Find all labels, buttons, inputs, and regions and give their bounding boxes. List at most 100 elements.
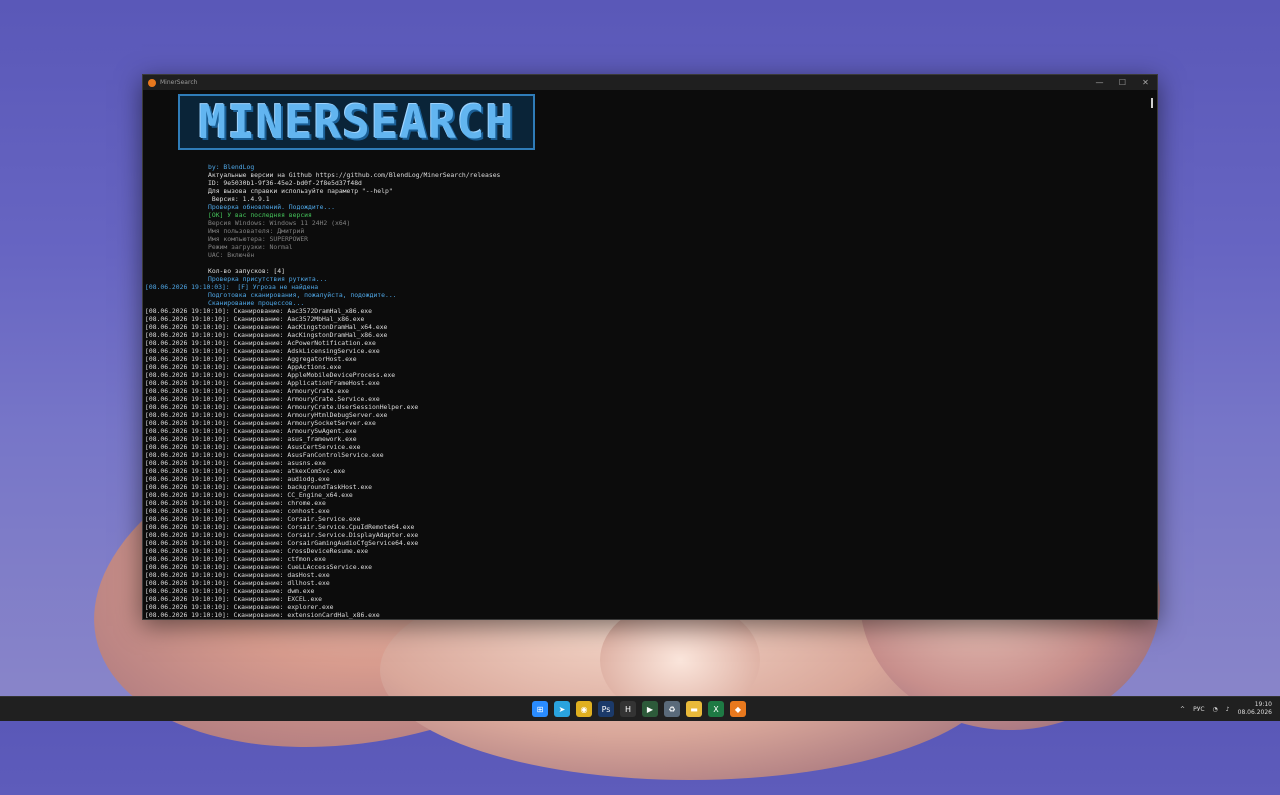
tray-chevron-icon[interactable]: ^ [1180, 706, 1185, 713]
console-line: Кол-во запусков: [4] [208, 267, 285, 275]
scan-process-name: conhost.exe [287, 507, 330, 515]
scan-prefix: [08.06.2026 19:10:10]: Сканирование: [145, 611, 288, 619]
scan-process-name: ArmouryCrate.Service.exe [287, 395, 380, 403]
scan-prefix: [08.06.2026 19:10:10]: Сканирование: [145, 315, 288, 323]
clock[interactable]: 19:10 08.06.2026 [1238, 701, 1272, 717]
windows-start-icon[interactable]: ⊞ [532, 701, 548, 717]
taskbar-apps: ⊞ ➤ ◉ Ps H ▶ ♻ ▬ X ◆ [532, 701, 746, 717]
scan-prefix: [08.06.2026 19:10:10]: Сканирование: [145, 331, 288, 339]
chrome-icon[interactable]: ◉ [576, 701, 592, 717]
console-line: Режим загрузки: Normal [208, 243, 293, 251]
scan-process-name: dllhost.exe [287, 579, 330, 587]
scan-line: [08.06.2026 19:10:10]: Сканирование: Aac… [145, 315, 500, 323]
scan-process-name: Corsair.Service.exe [287, 515, 361, 523]
scan-process-name: backgroundTaskHost.exe [287, 483, 373, 491]
scan-prefix: [08.06.2026 19:10:10]: Сканирование: [145, 339, 288, 347]
scan-process-name: Aac3572DramHal_x86.exe [287, 307, 373, 315]
terminal-icon[interactable]: ▶ [642, 701, 658, 717]
scan-line: [08.06.2026 19:10:10]: Сканирование: asu… [145, 459, 500, 467]
scan-line: [08.06.2026 19:10:10]: Сканирование: Cor… [145, 523, 500, 531]
scan-line: [08.06.2026 19:10:10]: Сканирование: Cue… [145, 563, 500, 571]
scan-line: [08.06.2026 19:10:10]: Сканирование: Arm… [145, 411, 500, 419]
hwinfo-icon[interactable]: H [620, 701, 636, 717]
clock-date: 08.06.2026 [1237, 709, 1272, 716]
console-line: Проверка обновлений. Подождите... [208, 203, 335, 211]
scan-prefix: [08.06.2026 19:10:10]: Сканирование: [145, 443, 288, 451]
scan-line: [08.06.2026 19:10:10]: Сканирование: chr… [145, 499, 500, 507]
scan-prefix: [08.06.2026 19:10:10]: Сканирование: [145, 563, 288, 571]
console-line: Имя компьютера: SUPERPOWER [208, 235, 309, 243]
ascii-logo: MINERSEARCH [178, 94, 535, 150]
title-bar[interactable]: MinerSearch — ☐ ✕ [143, 75, 1157, 90]
minersearch-icon[interactable]: ◆ [730, 701, 746, 717]
console-output[interactable]: MINERSEARCH by: BlendLog Актуальные верси… [145, 90, 1147, 619]
console-line: by: BlendLog [208, 163, 255, 171]
scan-prefix: [08.06.2026 19:10:10]: Сканирование: [145, 491, 288, 499]
scan-line: [08.06.2026 19:10:10]: Сканирование: atk… [145, 467, 500, 475]
scan-process-name: Aac3572MbHal_x86.exe [287, 315, 365, 323]
scan-prefix: [08.06.2026 19:10:10]: Сканирование: [145, 587, 288, 595]
scan-process-name: AcPowerNotification.exe [287, 339, 376, 347]
scan-process-name: CC_Engine_x64.exe [287, 491, 353, 499]
scan-line: [08.06.2026 19:10:10]: Сканирование: CC_… [145, 491, 500, 499]
console-line: Версия: 1.4.9.1 [208, 195, 270, 203]
scan-process-name: explorer.exe [287, 603, 334, 611]
minimize-button[interactable]: — [1088, 75, 1111, 90]
console-line: Сканирование процессов... [208, 299, 305, 307]
network-icon[interactable]: ◔ [1213, 706, 1218, 713]
scan-process-name: ApplicationFrameHost.exe [287, 379, 380, 387]
scan-process-name: Corsair.Service.DisplayAdapter.exe [287, 531, 419, 539]
scan-process-name: dasHost.exe [287, 571, 330, 579]
scan-prefix: [08.06.2026 19:10:10]: Сканирование: [145, 387, 288, 395]
scan-process-name: ArmouryHtmlDebugServer.exe [287, 411, 388, 419]
console-line: Проверка присутствия руткита... [208, 275, 328, 283]
console-line: [08.06.2026 19:10:03]: [F] Угроза не най… [145, 283, 319, 291]
maximize-button[interactable]: ☐ [1111, 75, 1134, 90]
scan-process-name: EXCEL.exe [287, 595, 322, 603]
console-line: ID: 9e5030b1-9f36-45e2-bd0f-2f8e5d37f48d [208, 179, 362, 187]
volume-icon[interactable]: ♪ [1226, 706, 1230, 713]
scrollbar-thumb[interactable] [1151, 98, 1153, 108]
folder-icon[interactable]: ▬ [686, 701, 702, 717]
scan-process-name: AppleMobileDeviceProcess.exe [287, 371, 396, 379]
scan-process-name: CorsairGamingAudioCfgService64.exe [287, 539, 419, 547]
scan-prefix: [08.06.2026 19:10:10]: Сканирование: [145, 483, 288, 491]
scrollbar[interactable] [1147, 90, 1157, 619]
close-button[interactable]: ✕ [1134, 75, 1157, 90]
scan-process-name: Corsair.Service.CpuIdRemote64.exe [287, 523, 415, 531]
scan-process-name: ArmouryCrate.exe [287, 387, 349, 395]
scan-line: [08.06.2026 19:10:10]: Сканирование: App… [145, 371, 500, 379]
scan-prefix: [08.06.2026 19:10:10]: Сканирование: [145, 515, 288, 523]
console-line: Актуальные версии на Github https://gith… [208, 171, 501, 179]
scan-prefix: [08.06.2026 19:10:10]: Сканирование: [145, 523, 288, 531]
scan-line: [08.06.2026 19:10:10]: Сканирование: Arm… [145, 419, 500, 427]
scan-process-name: asusns.exe [287, 459, 326, 467]
scan-prefix: [08.06.2026 19:10:10]: Сканирование: [145, 419, 288, 427]
scan-prefix: [08.06.2026 19:10:10]: Сканирование: [145, 459, 288, 467]
scan-line: [08.06.2026 19:10:10]: Сканирование: exp… [145, 603, 500, 611]
scan-line: [08.06.2026 19:10:10]: Сканирование: AcP… [145, 339, 500, 347]
excel-icon[interactable]: X [708, 701, 724, 717]
console-line: Подготовка сканирования, пожалуйста, под… [208, 291, 397, 299]
scan-process-name: chrome.exe [287, 499, 326, 507]
scan-process-name: AsusFanControlService.exe [287, 451, 384, 459]
window-title: MinerSearch [160, 79, 198, 86]
scan-prefix: [08.06.2026 19:10:10]: Сканирование: [145, 467, 288, 475]
scan-line: [08.06.2026 19:10:10]: Сканирование: aud… [145, 475, 500, 483]
telegram-icon[interactable]: ➤ [554, 701, 570, 717]
scan-prefix: [08.06.2026 19:10:10]: Сканирование: [145, 355, 288, 363]
system-tray: ^ РУС ◔ ♪ 19:10 08.06.2026 [1180, 697, 1272, 721]
scan-line: [08.06.2026 19:10:10]: Сканирование: Asu… [145, 443, 500, 451]
scan-line: [08.06.2026 19:10:10]: Сканирование: ctf… [145, 555, 500, 563]
scan-prefix: [08.06.2026 19:10:10]: Сканирование: [145, 363, 288, 371]
console-lines: by: BlendLog Актуальные версии на Github … [145, 163, 500, 619]
language-indicator[interactable]: РУС [1193, 706, 1204, 713]
scan-prefix: [08.06.2026 19:10:10]: Сканирование: [145, 579, 288, 587]
scan-process-name: dwm.exe [287, 587, 315, 595]
photoshop-icon[interactable]: Ps [598, 701, 614, 717]
recycle-bin-icon[interactable]: ♻ [664, 701, 680, 717]
console-line: Имя пользователя: Дмитрий [208, 227, 305, 235]
scan-line: [08.06.2026 19:10:10]: Сканирование: Ads… [145, 347, 500, 355]
scan-process-name: ArmourySwAgent.exe [287, 427, 357, 435]
